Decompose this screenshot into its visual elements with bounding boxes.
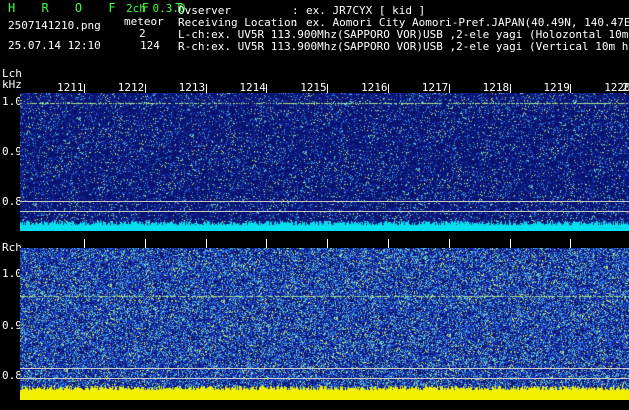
lch-receiver-info: L-ch:ex. UV5R 113.900Mhz(SAPPORO VOR)USB… (178, 29, 629, 41)
app-version: 2ch 0.3.0 (126, 2, 186, 15)
time-tick-mark (144, 84, 146, 93)
rch-tick-0-9: 0.9 (2, 319, 22, 332)
time-tick-mark (205, 239, 207, 248)
location-value: ex. Aomori City Aomori-Pref.JAPAN(40.49N… (306, 16, 629, 29)
time-tick-mark (84, 239, 85, 248)
time-tick-mark (205, 84, 207, 93)
time-tick-mark (509, 239, 511, 248)
location-label: Receiving Location (178, 16, 298, 29)
time-tick-mark (448, 239, 450, 248)
lch-tick-1-0: 1.0 (2, 95, 22, 108)
time-tick-mark (84, 84, 85, 93)
time-tick-mark (570, 239, 572, 248)
time-tick-mark (327, 84, 329, 93)
lch-unit-label: kHz (2, 78, 22, 91)
time-tick-mark (327, 239, 329, 248)
filename-label: 2507141210.png (8, 19, 101, 32)
datetime-label: 25.07.14 12:10 (8, 39, 101, 52)
lch-spectrogram[interactable] (20, 93, 629, 231)
rch-spectrogram[interactable] (20, 248, 629, 400)
time-tick-mark (570, 84, 572, 93)
lch-ref-line-lower (20, 211, 629, 212)
rch-tick-1-0: 1.0 (2, 267, 22, 280)
rch-channel-label: Rch (2, 241, 22, 254)
time-tick-mark (388, 239, 389, 248)
rch-ref-line-lower (20, 378, 629, 379)
lch-tick-0-8: 0.8 (2, 195, 22, 208)
time-tick-mark (509, 84, 511, 93)
time-tick-mark (144, 239, 146, 248)
lch-tick-0-9: 0.9 (2, 145, 22, 158)
time-tick-mark (388, 84, 389, 93)
rch-ref-line-upper (20, 368, 629, 369)
rch-tick-0-8: 0.8 (2, 369, 22, 382)
location-separator: : (292, 16, 299, 29)
time-tick-mark (448, 84, 450, 93)
time-tick-mark (266, 84, 268, 93)
lch-ref-line-upper (20, 201, 629, 202)
time-tick-mark (266, 239, 268, 248)
rch-meteor-count: 124 (140, 39, 160, 52)
rch-receiver-info: R-ch:ex. UV5R 113.900Mhz(SAPPORO VOR)USB… (178, 41, 629, 53)
